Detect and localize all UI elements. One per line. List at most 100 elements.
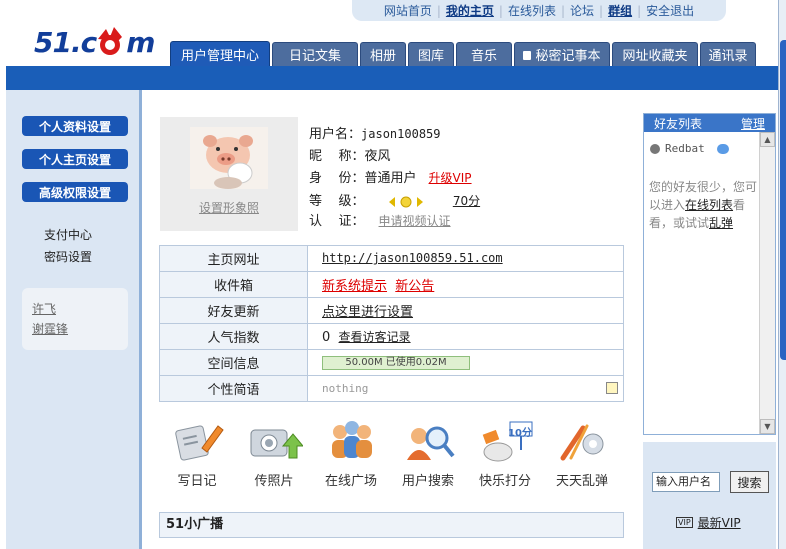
top-link-my-home[interactable]: 我的主页 bbox=[441, 2, 499, 19]
identity-label: 身 份： bbox=[309, 171, 365, 186]
scroll-up-arrow-icon[interactable]: ▲ bbox=[760, 132, 775, 147]
logo-bat-icon bbox=[98, 27, 123, 55]
top-link-logout[interactable]: 安全退出 bbox=[641, 2, 699, 19]
camera-upload-icon bbox=[250, 429, 305, 459]
tab-secret-notes-label: 秘密记事本 bbox=[535, 49, 601, 64]
edge-panel bbox=[780, 40, 786, 360]
scroll-down-arrow-icon[interactable]: ▼ bbox=[760, 419, 775, 434]
header-bar bbox=[6, 66, 778, 90]
username-row: 用户名：jason100859 bbox=[309, 123, 441, 142]
pig-avatar-image[interactable] bbox=[190, 127, 268, 189]
lock-icon bbox=[523, 51, 532, 60]
window-edge bbox=[778, 0, 786, 549]
magnifier-user-icon bbox=[407, 426, 455, 460]
vip-badge-icon: VIP bbox=[676, 517, 693, 528]
top-link-groups[interactable]: 群组 bbox=[603, 2, 637, 19]
homepage-settings-button[interactable]: 个人主页设置 bbox=[22, 149, 128, 169]
random-chat-link[interactable]: 乱弹 bbox=[709, 216, 733, 230]
homepage-url-link[interactable]: http://jason100859.51.com bbox=[322, 251, 503, 265]
password-settings-link[interactable]: 密码设置 bbox=[44, 248, 92, 265]
broadcast-header: 51小广播 bbox=[159, 512, 624, 538]
friend-entry[interactable]: Redbat bbox=[650, 142, 730, 155]
announcement-link[interactable]: 新公告 bbox=[395, 279, 434, 294]
level-points-link[interactable]: 70分 bbox=[453, 194, 480, 208]
popularity-value: 0 bbox=[322, 330, 331, 345]
tab-user-center[interactable]: 用户管理中心 bbox=[170, 41, 270, 66]
user-search-action[interactable]: 用户搜索 bbox=[393, 418, 463, 492]
manage-friends-link[interactable]: 管理 bbox=[741, 115, 765, 132]
sidebar-friends-box: 许飞 谢霆锋 bbox=[22, 288, 128, 350]
profile-settings-button[interactable]: 个人资料设置 bbox=[22, 116, 128, 136]
system-notice-link[interactable]: 新系统提示 bbox=[322, 279, 387, 294]
new-vip-label: 最新VIP bbox=[697, 516, 741, 530]
friend-list-header: 好友列表 管理 bbox=[644, 114, 775, 132]
homepage-label: 主页网址 bbox=[159, 245, 308, 272]
table-row: 空间信息 50.00M 已使用0.02M bbox=[159, 349, 624, 376]
top-link-home[interactable]: 网站首页 bbox=[379, 2, 437, 19]
identity-value: 普通用户 bbox=[364, 171, 417, 186]
username-search-input[interactable]: 输入用户名 bbox=[652, 472, 720, 492]
friend-list-scrollbar[interactable]: ▲ ▼ bbox=[759, 132, 775, 434]
avatar-box: 设置形象照 bbox=[160, 117, 298, 231]
tab-bookmarks[interactable]: 网址收藏夹 bbox=[612, 42, 698, 66]
write-diary-label: 写日记 bbox=[177, 474, 217, 489]
space-info-label: 空间信息 bbox=[159, 349, 308, 376]
tab-album[interactable]: 相册 bbox=[360, 42, 406, 66]
motto-label: 个性简语 bbox=[159, 375, 308, 402]
space-usage-bar: 50.00M 已使用0.02M bbox=[322, 355, 470, 370]
sidebar-friend-link[interactable]: 谢霆锋 bbox=[32, 320, 68, 337]
tools-icon bbox=[560, 424, 604, 461]
identity-row: 身 份：普通用户 升级VIP bbox=[309, 167, 472, 186]
set-avatar-link[interactable]: 设置形象照 bbox=[160, 199, 298, 216]
online-plaza-label: 在线广场 bbox=[324, 474, 377, 489]
top-nav: 网站首页 | 我的主页 | 在线列表 | 论坛 | 群组 | 安全退出 bbox=[352, 0, 726, 21]
left-sidebar: 个人资料设置 个人主页设置 高级权限设置 支付中心 密码设置 许飞 谢霆锋 bbox=[6, 90, 142, 549]
online-plaza-action[interactable]: 在线广场 bbox=[316, 418, 386, 492]
payment-center-link[interactable]: 支付中心 bbox=[44, 226, 92, 243]
username-label: 用户名： bbox=[309, 127, 362, 142]
tab-gallery[interactable]: 图库 bbox=[408, 42, 454, 66]
nickname-row: 昵 称：夜风 bbox=[309, 145, 391, 164]
upgrade-vip-link[interactable]: 升级VIP bbox=[429, 171, 472, 185]
friend-update-settings-link[interactable]: 点这里进行设置 bbox=[322, 305, 413, 320]
motto-value: nothing bbox=[322, 382, 369, 395]
certification-row: 认 证： 申请视频认证 bbox=[309, 210, 451, 229]
edit-icon[interactable] bbox=[606, 382, 618, 394]
logo-text: 51.c bbox=[34, 25, 97, 59]
visitor-log-link[interactable]: 查看访客记录 bbox=[339, 330, 411, 344]
write-diary-action[interactable]: 写日记 bbox=[162, 418, 232, 492]
happy-score-action[interactable]: 快乐打分 10分 bbox=[470, 418, 540, 492]
tab-secret-notes[interactable]: 秘密记事本 bbox=[514, 42, 610, 66]
chat-bubble-icon[interactable] bbox=[717, 144, 730, 154]
main-tabs: 用户管理中心 日记文集 相册 图库 音乐 秘密记事本 网址收藏夹 通讯录 bbox=[170, 41, 758, 66]
top-link-online-list[interactable]: 在线列表 bbox=[503, 2, 561, 19]
certification-label: 认 证： bbox=[309, 214, 365, 229]
new-vip-link[interactable]: VIP 最新VIP bbox=[676, 514, 741, 531]
level-moon-icon bbox=[388, 196, 423, 207]
table-row: 个性简语 nothing bbox=[159, 375, 624, 402]
tab-contacts[interactable]: 通讯录 bbox=[700, 42, 756, 66]
inbox-label: 收件箱 bbox=[159, 271, 308, 298]
upload-photo-label: 传照片 bbox=[254, 474, 294, 489]
table-row: 主页网址 http://jason100859.51.com bbox=[159, 245, 624, 272]
friend-update-label: 好友更新 bbox=[159, 297, 308, 324]
popularity-label: 人气指数 bbox=[159, 323, 308, 350]
permission-settings-button[interactable]: 高级权限设置 bbox=[22, 182, 128, 202]
search-button[interactable]: 搜索 bbox=[730, 471, 769, 493]
daily-chat-action[interactable]: 天天乱弹 bbox=[547, 418, 617, 492]
video-cert-link[interactable]: 申请视频认证 bbox=[379, 214, 451, 228]
happy-score-label: 快乐打分 bbox=[478, 474, 531, 489]
username-value: jason100859 bbox=[361, 127, 441, 141]
site-logo[interactable]: 51.c m bbox=[34, 24, 155, 60]
user-search-panel: 输入用户名 搜索 VIP 最新VIP bbox=[643, 442, 776, 549]
tab-music[interactable]: 音乐 bbox=[456, 42, 512, 66]
online-list-link[interactable]: 在线列表 bbox=[685, 198, 733, 212]
logo-text-end: m bbox=[126, 25, 155, 59]
nickname-label: 昵 称： bbox=[309, 149, 365, 164]
tab-diary[interactable]: 日记文集 bbox=[272, 42, 358, 66]
table-row: 收件箱 新系统提示 新公告 bbox=[159, 271, 624, 298]
top-link-forum[interactable]: 论坛 bbox=[565, 2, 599, 19]
upload-photo-action[interactable]: 传照片 bbox=[239, 418, 309, 492]
sidebar-friend-link[interactable]: 许飞 bbox=[32, 300, 56, 317]
user-search-label: 用户搜索 bbox=[401, 474, 454, 489]
